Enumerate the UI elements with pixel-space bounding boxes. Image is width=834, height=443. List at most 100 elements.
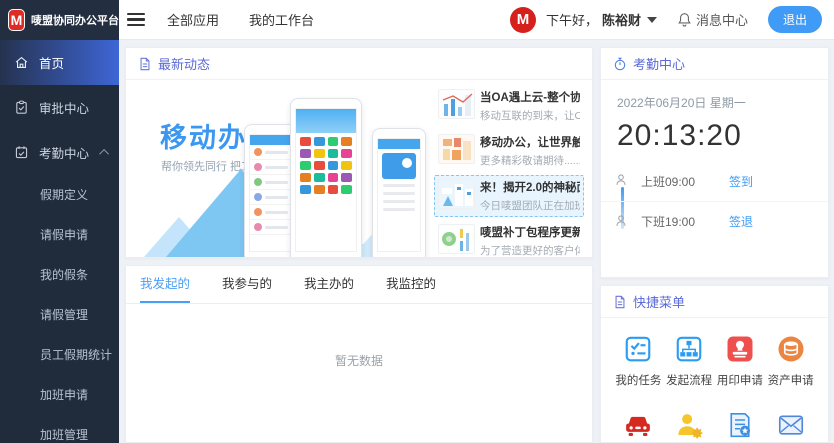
greeting-text: 下午好， <box>546 10 598 29</box>
quick-item-new-contract[interactable]: 新建合同 <box>715 410 766 443</box>
panel-title: 最新动态 <box>158 54 210 73</box>
news-desc: 移动互联的到来，让OA与云 <box>480 108 580 123</box>
sidebar-subitem-overtime-management[interactable]: 加班管理 <box>0 415 119 443</box>
quick-item-label: 我的任务 <box>615 372 661 388</box>
quick-item-asset-request[interactable]: 资产申请 <box>765 334 816 388</box>
news-item-selected[interactable]: 来！揭开2.0的神秘面纱- 今日唛盟团队正在加班加点, <box>434 175 584 217</box>
latest-news-header: 最新动态 <box>126 48 592 80</box>
panel-title: 考勤中心 <box>633 54 685 73</box>
quick-item-label: 资产申请 <box>768 372 814 388</box>
tab-participated-by-me[interactable]: 我参与的 <box>222 266 272 303</box>
message-center[interactable]: 消息中心 <box>677 10 748 29</box>
person-icon <box>614 173 628 187</box>
phone-mockup <box>290 98 362 257</box>
app-logo: M <box>8 9 25 31</box>
car-icon <box>623 410 653 440</box>
news-list: 当OA遇上云-整个协同OA 移动互联的到来，让OA与云 移动办公，让世界触手可 … <box>432 80 592 257</box>
nav-all-apps[interactable]: 全部应用 <box>167 10 219 29</box>
check-out-link[interactable]: 签退 <box>729 213 753 230</box>
avatar[interactable]: M <box>510 7 536 33</box>
news-desc: 更多精彩敬请期待........ <box>480 153 580 168</box>
quick-menu-grid: 我的任务 发起流程 用印申请 资产申请 <box>601 318 828 443</box>
news-title: 移动办公，让世界触手可 <box>480 134 580 150</box>
quick-item-start-flow[interactable]: 发起流程 <box>664 334 715 388</box>
stopwatch-icon <box>613 57 627 71</box>
task-list-icon <box>623 334 653 364</box>
caret-down-icon <box>647 17 657 23</box>
sidebar: 首页 审批中心 考勤中心 假期定义 请假申请 我的假条 请假管理 员工假期统计 … <box>0 40 119 443</box>
asset-icon <box>776 334 806 364</box>
sidebar-subitem-leave-request[interactable]: 请假申请 <box>0 215 119 255</box>
logout-button[interactable]: 退出 <box>768 6 822 33</box>
news-item[interactable]: 唛盟补丁包程序更新 为了营造更好的客户体验，唛 <box>434 220 584 257</box>
sidebar-item-label: 审批中心 <box>39 98 89 117</box>
sidebar-subitem-my-leave-slips[interactable]: 我的假条 <box>0 255 119 295</box>
news-title: 来！揭开2.0的神秘面纱- <box>480 179 580 195</box>
user-menu[interactable]: 下午好，陈裕财 <box>546 10 657 29</box>
quick-menu-header: 快捷菜单 <box>601 286 828 318</box>
news-thumbnail <box>438 134 475 164</box>
calendar-icon <box>14 145 29 160</box>
sidebar-item-attendance-center[interactable]: 考勤中心 <box>0 130 119 175</box>
quick-menu-panel: 快捷菜单 我的任务 发起流程 用印申请 <box>600 285 829 443</box>
check-out-row: 下班19:00 签退 <box>601 201 828 241</box>
quick-item-seal-request[interactable]: 用印申请 <box>715 334 766 388</box>
sidebar-subitem-employee-holiday-stats[interactable]: 员工假期统计 <box>0 335 119 375</box>
news-thumbnail <box>438 224 475 254</box>
hamburger-icon[interactable] <box>127 13 145 27</box>
check-out-label: 下班19:00 <box>641 213 729 230</box>
username: 陈裕财 <box>602 10 641 29</box>
check-in-row: 上班09:00 签到 <box>601 161 828 201</box>
person-icon <box>614 214 628 228</box>
task-tabs: 我发起的 我参与的 我主办的 我监控的 <box>126 266 592 304</box>
tab-initiated-by-me[interactable]: 我发起的 <box>140 266 190 303</box>
sidebar-subitem-holiday-definition[interactable]: 假期定义 <box>0 175 119 215</box>
mail-icon <box>776 410 806 440</box>
tab-hosted-by-me[interactable]: 我主办的 <box>304 266 354 303</box>
my-tasks-panel: 我发起的 我参与的 我主办的 我监控的 暂无数据 <box>125 265 593 443</box>
tab-monitored-by-me[interactable]: 我监控的 <box>386 266 436 303</box>
quick-item-my-tasks[interactable]: 我的任务 <box>613 334 664 388</box>
home-icon <box>14 55 29 70</box>
flow-icon <box>674 334 704 364</box>
bell-icon <box>677 12 692 27</box>
news-title: 唛盟补丁包程序更新 <box>480 224 580 240</box>
document-icon <box>138 57 152 71</box>
quick-item-new-mail[interactable]: 新建邮件 <box>765 410 816 443</box>
header-right: M 下午好，陈裕财 消息中心 退出 <box>510 6 822 33</box>
app-title: 唛盟协同办公平台 <box>31 12 119 28</box>
quick-item-meeting-request[interactable]: 会议申请 <box>664 410 715 443</box>
empty-state: 暂无数据 <box>126 304 592 369</box>
panel-title: 快捷菜单 <box>633 292 685 311</box>
sidebar-item-home[interactable]: 首页 <box>0 40 119 85</box>
attendance-panel: 考勤中心 2022年06月20日 星期一 20:13:20 上班09:00 签到… <box>600 47 829 278</box>
top-header: M 唛盟协同办公平台 全部应用 我的工作台 M 下午好，陈裕财 消息中心 退出 <box>0 0 834 40</box>
quick-item-label: 发起流程 <box>666 372 712 388</box>
sidebar-subitem-overtime-request[interactable]: 加班申请 <box>0 375 119 415</box>
main-content: 最新动态 移动办公 帮你领先同行 把工作带出办公室 <box>119 40 834 443</box>
news-title: 当OA遇上云-整个协同OA <box>480 89 580 105</box>
check-in-label: 上班09:00 <box>641 173 729 190</box>
nav-my-workbench[interactable]: 我的工作台 <box>249 10 314 29</box>
sidebar-item-approval-center[interactable]: 审批中心 <box>0 85 119 130</box>
news-item[interactable]: 移动办公，让世界触手可 更多精彩敬请期待........ <box>434 130 584 172</box>
sidebar-subitem-leave-management[interactable]: 请假管理 <box>0 295 119 335</box>
header-bar: 全部应用 我的工作台 M 下午好，陈裕财 消息中心 退出 <box>119 0 834 40</box>
quick-item-vehicle-request[interactable]: 用车申请 <box>613 410 664 443</box>
news-desc: 为了营造更好的客户体验，唛 <box>480 243 580 257</box>
carousel-slide[interactable]: 移动办公 帮你领先同行 把工作带出办公室 <box>126 80 432 257</box>
news-thumbnail <box>438 179 475 209</box>
brand-area: M 唛盟协同办公平台 <box>0 0 119 40</box>
phone-mockups <box>244 98 426 257</box>
check-in-link[interactable]: 签到 <box>729 173 753 190</box>
sidebar-item-label: 首页 <box>39 53 64 72</box>
clipboard-icon <box>14 100 29 115</box>
top-nav: 全部应用 我的工作台 <box>167 10 314 29</box>
document-icon <box>613 295 627 309</box>
quick-item-label: 用印申请 <box>717 372 763 388</box>
attendance-date: 2022年06月20日 星期一 <box>601 80 828 111</box>
phone-mockup <box>372 128 426 257</box>
news-item[interactable]: 当OA遇上云-整个协同OA 移动互联的到来，让OA与云 <box>434 85 584 127</box>
stamp-icon <box>725 334 755 364</box>
news-thumbnail <box>438 89 475 119</box>
